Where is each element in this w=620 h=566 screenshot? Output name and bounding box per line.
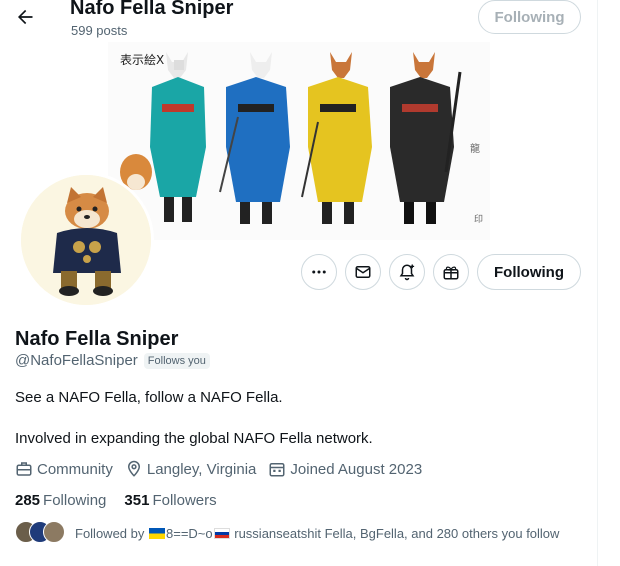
followers-count: 351 xyxy=(124,492,150,509)
followers-stat-label: Followers xyxy=(152,492,217,509)
location-pin-icon xyxy=(127,460,140,477)
followed-by-avatars xyxy=(15,521,69,545)
message-icon xyxy=(355,266,371,278)
followed-by-prefix: Followed by xyxy=(75,525,145,541)
gift-button[interactable] xyxy=(433,254,469,290)
joined-item: Joined August 2023 xyxy=(268,460,422,478)
back-button[interactable] xyxy=(8,0,42,34)
header-display-name: Nafo Fella Sniper xyxy=(70,0,234,19)
notifications-button[interactable] xyxy=(389,254,425,290)
follow-stats: 285 Following 351 Followers xyxy=(15,492,235,509)
location-label: Langley, Virginia xyxy=(146,460,257,478)
joined-label: Joined August 2023 xyxy=(290,460,423,478)
banner-watermark: 表示絵X xyxy=(120,52,164,67)
svg-text:印: 印 xyxy=(474,213,483,225)
back-arrow-icon xyxy=(18,9,33,25)
russia-flag-icon xyxy=(213,527,230,539)
followed-by-row[interactable]: Followed by 8==D~o russianseatshit Fella… xyxy=(15,521,559,545)
message-button[interactable] xyxy=(345,254,381,290)
briefcase-icon xyxy=(16,462,32,476)
following-stat[interactable]: 285 Following xyxy=(15,492,106,509)
profile-banner[interactable]: 表示絵X 龍 印 xyxy=(108,42,490,240)
bio-line-2: Involved in expanding the global NAFO Fe… xyxy=(15,430,373,447)
following-button[interactable]: Following xyxy=(477,254,581,290)
header-post-count: 599 posts xyxy=(71,23,128,38)
ukraine-flag-icon xyxy=(149,527,165,539)
avatar-illustration xyxy=(21,175,151,305)
profile-display-name: Nafo Fella Sniper xyxy=(15,328,179,350)
followed-by-rest: russianseatshit Fella, BgFella, and 280 … xyxy=(234,525,560,541)
notification-bell-icon xyxy=(399,264,415,281)
profile-avatar[interactable] xyxy=(18,172,154,308)
following-stat-label: Following xyxy=(43,492,107,509)
location-item: Langley, Virginia xyxy=(125,460,257,478)
following-count: 285 xyxy=(15,492,41,509)
gift-icon xyxy=(443,266,459,280)
profile-meta: Community Langley, Virginia Joined Augus… xyxy=(15,460,434,478)
more-button[interactable] xyxy=(301,254,337,290)
category-label: Community xyxy=(37,460,113,478)
followers-stat[interactable]: 351 Followers xyxy=(124,492,216,509)
more-icon xyxy=(312,270,326,274)
header-following-button[interactable]: Following xyxy=(478,0,581,34)
avatar xyxy=(43,521,65,543)
handle-row: @NafoFellaSniper Follows you xyxy=(15,352,210,369)
calendar-icon xyxy=(269,463,285,477)
follows-you-badge: Follows you xyxy=(143,352,210,369)
bio-line-1: See a NAFO Fella, follow a NAFO Fella. xyxy=(15,389,283,406)
followed-by-text: Followed by 8==D~o russianseatshit Fella… xyxy=(75,526,559,541)
profile-handle: @NafoFellaSniper xyxy=(15,352,138,369)
profile-column: Nafo Fella Sniper 599 posts Following 表示… xyxy=(0,0,598,566)
followed-by-name-mid: 8==D~o xyxy=(166,525,213,541)
category-item[interactable]: Community xyxy=(15,460,113,478)
banner-illustration: 表示絵X 龍 印 xyxy=(108,42,490,240)
svg-text:龍: 龍 xyxy=(470,142,480,155)
